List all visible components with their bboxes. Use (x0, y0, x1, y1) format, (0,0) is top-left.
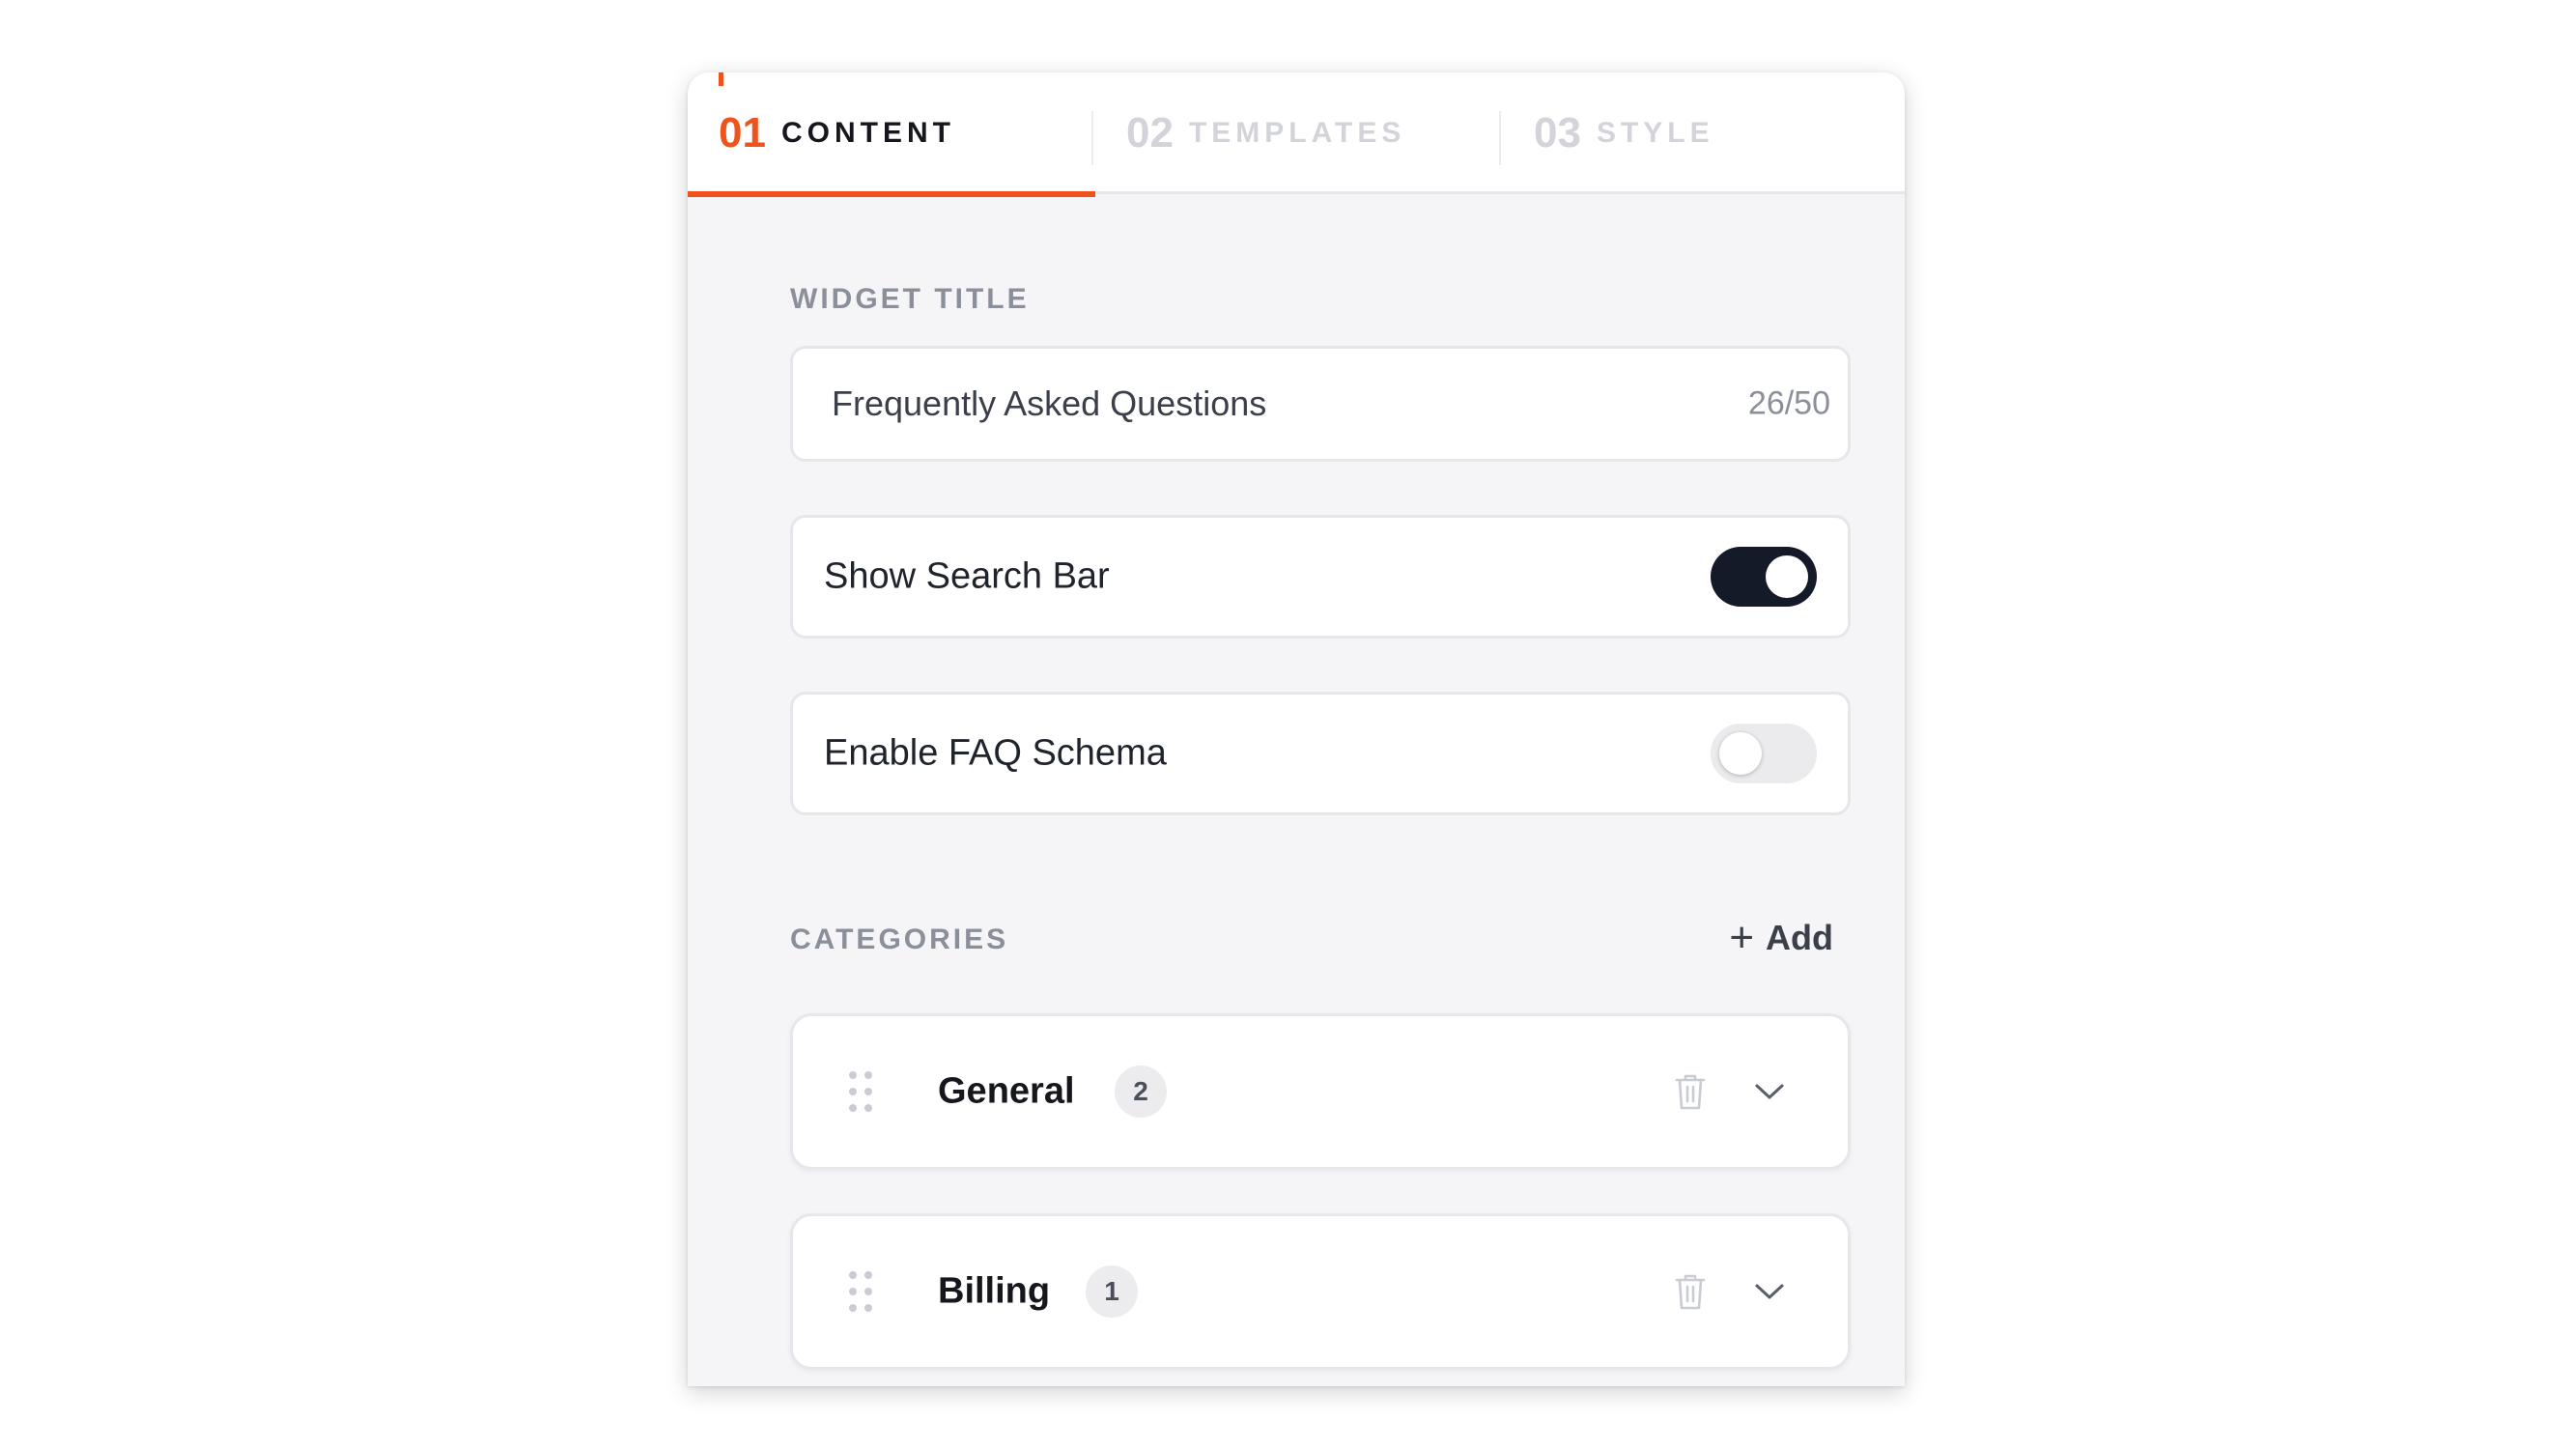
chevron-down-icon[interactable] (1746, 1068, 1793, 1115)
toggle-knob (1766, 555, 1808, 598)
add-category-button[interactable]: + Add (1729, 909, 1833, 967)
category-count-badge: 2 (1115, 1065, 1167, 1118)
tab-divider (1499, 111, 1501, 165)
show-search-bar-row: Show Search Bar (790, 515, 1851, 639)
tab-templates[interactable]: 02 TEMPLATES (1095, 72, 1503, 194)
tab-number: 03 (1534, 109, 1581, 156)
faq-widget-panel: 01 CONTENT 02 TEMPLATES 03 STYLE WIDGET … (688, 72, 1905, 1386)
category-name: General (938, 1070, 1075, 1112)
plus-icon: + (1729, 914, 1755, 961)
enable-faq-schema-row: Enable FAQ Schema (790, 692, 1851, 815)
trash-icon[interactable] (1667, 1268, 1713, 1315)
enable-faq-schema-label: Enable FAQ Schema (824, 732, 1167, 774)
show-search-bar-label: Show Search Bar (824, 555, 1110, 597)
tab-number: 01 (719, 109, 766, 156)
tab-number: 02 (1126, 109, 1174, 156)
widget-title-label: WIDGET TITLE (790, 283, 1030, 315)
drag-handle-icon[interactable] (849, 1071, 872, 1112)
toggle-knob (1719, 732, 1762, 775)
tab-divider (1091, 111, 1093, 165)
widget-title-input[interactable] (832, 349, 1662, 459)
add-category-label: Add (1766, 918, 1833, 957)
enable-faq-schema-toggle[interactable] (1711, 724, 1817, 783)
categories-label: CATEGORIES (790, 923, 1009, 955)
tab-label: TEMPLATES (1188, 117, 1406, 149)
character-counter: 26/50 (1747, 384, 1830, 422)
category-count-badge: 1 (1086, 1265, 1138, 1318)
trash-icon[interactable] (1667, 1068, 1713, 1115)
category-card-billing[interactable]: Billing 1 (790, 1213, 1851, 1370)
tab-bar: 01 CONTENT 02 TEMPLATES 03 STYLE (688, 72, 1905, 197)
tab-style[interactable]: 03 STYLE (1503, 72, 1905, 194)
category-card-general[interactable]: General 2 (790, 1013, 1851, 1170)
drag-handle-icon[interactable] (849, 1271, 872, 1312)
tab-label: CONTENT (780, 117, 955, 149)
show-search-bar-toggle[interactable] (1711, 547, 1817, 607)
tab-label: STYLE (1596, 117, 1714, 149)
widget-title-field[interactable]: 26/50 (790, 346, 1851, 462)
chevron-down-icon[interactable] (1746, 1268, 1793, 1315)
category-name: Billing (938, 1270, 1051, 1312)
tab-content[interactable]: 01 CONTENT (688, 72, 1095, 197)
